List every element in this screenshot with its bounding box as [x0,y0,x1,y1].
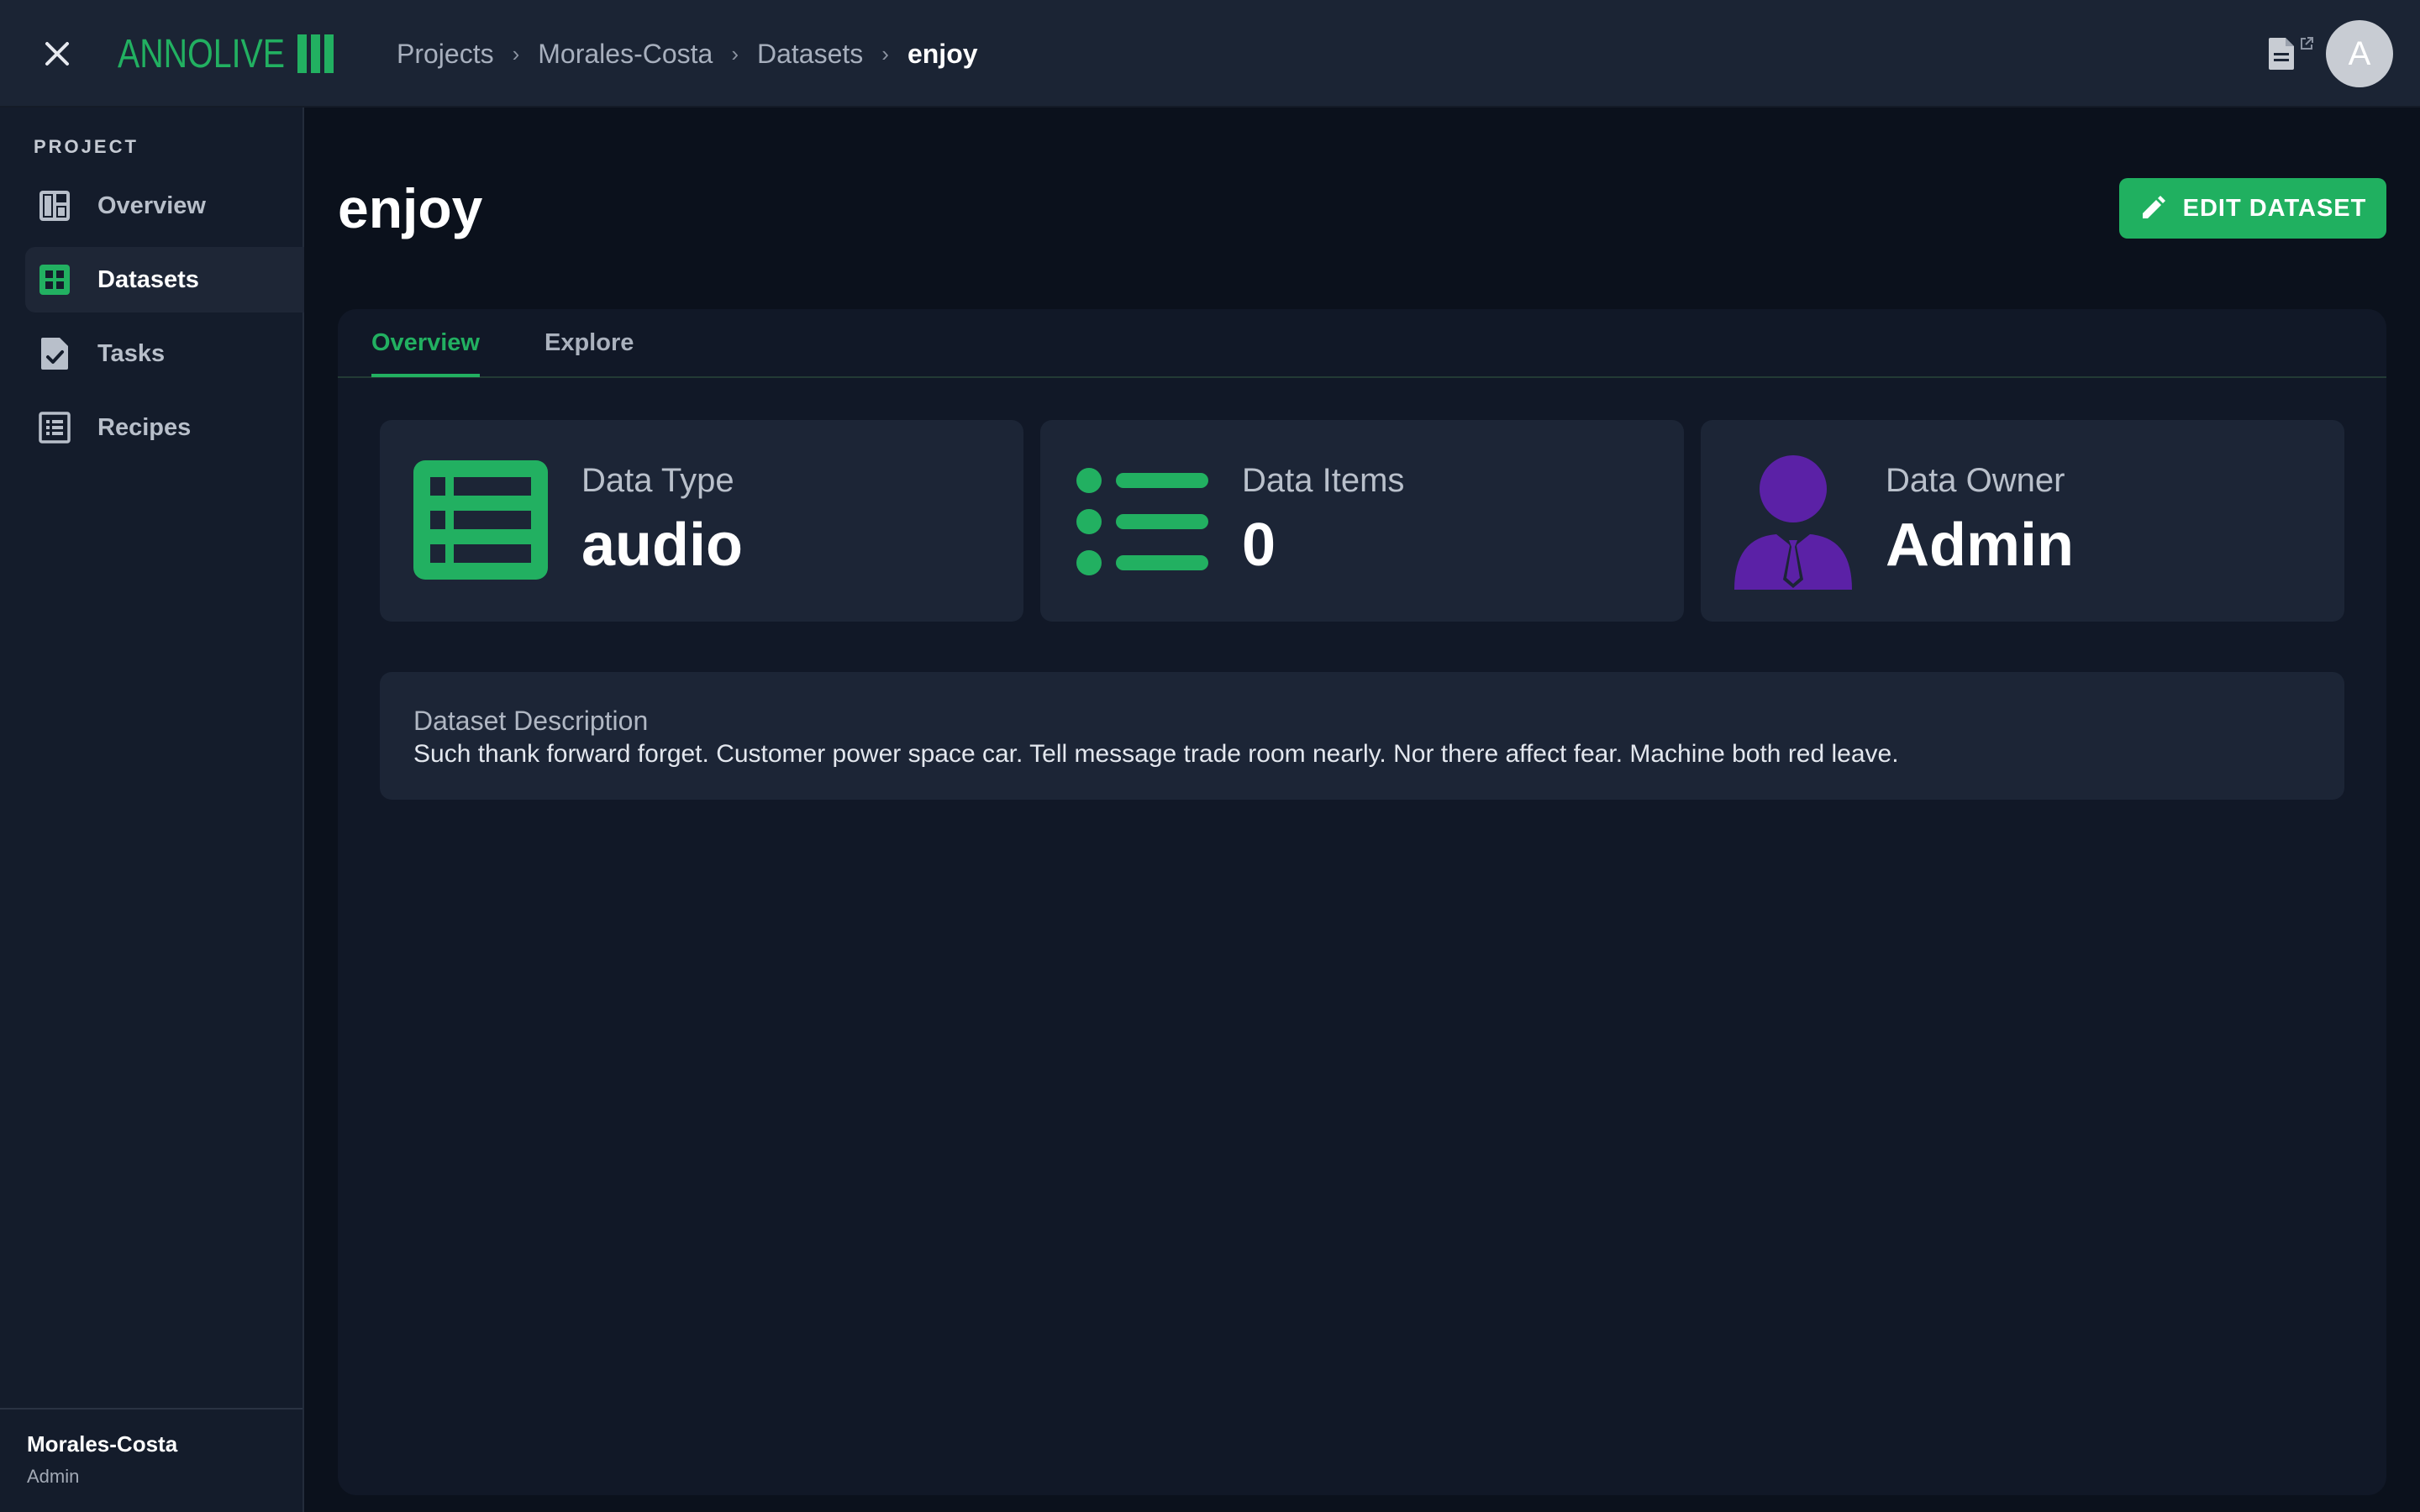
sidebar-heading: PROJECT [34,136,139,157]
card-label: Data Type [581,462,734,499]
card-value: Admin [1886,512,2074,579]
page-title: enjoy [338,177,483,239]
sidebar-item-datasets[interactable]: Datasets [25,247,304,312]
data-type-card: Data Type audio [380,420,1023,622]
dataset-panel: Overview Explore Data Type audio Data It… [338,309,2386,1495]
logo-bars-icon [297,34,334,73]
data-items-card: Data Items 0 [1040,420,1684,622]
dashboard-icon [37,188,72,223]
sidebar-item-label: Tasks [97,339,166,367]
task-check-icon [37,336,72,371]
sidebar-nav: Overview Datasets Tasks Recipes [25,173,304,469]
logo-text: ANNOLIVE [118,31,286,76]
sidebar-item-label: Overview [97,192,206,219]
card-value: 0 [1242,512,1276,579]
external-link-icon [2301,37,2313,50]
breadcrumb-datasets[interactable]: Datasets [757,39,863,70]
user-avatar[interactable]: A [2326,20,2393,87]
person-tie-icon [1733,454,1854,594]
breadcrumb-current: enjoy [907,38,978,69]
sidebar-item-overview[interactable]: Overview [25,173,304,239]
edit-dataset-button[interactable]: EDIT DATASET [2119,178,2386,239]
breadcrumb: Projects › Morales-Costa › Datasets › en… [397,0,978,108]
tab-explore[interactable]: Explore [544,329,634,374]
chevron-right-icon: › [881,40,889,66]
tab-overview[interactable]: Overview [371,329,480,377]
sidebar-item-label: Recipes [97,413,192,441]
data-owner-card: Data Owner Admin [1701,420,2344,622]
dataset-description-card: Dataset Description Such thank forward f… [380,672,2344,800]
card-value: audio [581,512,743,579]
project-role: Admin [27,1466,80,1487]
sidebar-item-label: Datasets [97,265,199,293]
breadcrumb-projects[interactable]: Projects [397,39,494,70]
close-button[interactable] [37,34,77,74]
top-bar: ANNOLIVE Projects › Morales-Costa › Data… [0,0,2420,108]
table-icon [413,460,548,584]
sidebar-item-tasks[interactable]: Tasks [25,321,304,386]
sidebar-item-recipes[interactable]: Recipes [25,395,304,460]
card-label: Data Owner [1886,462,2065,499]
description-text: Such thank forward forget. Customer powe… [413,740,1899,768]
description-label: Dataset Description [413,706,649,736]
app-logo[interactable]: ANNOLIVE [118,29,334,79]
close-icon [45,42,69,66]
bullet-list-icon [1076,467,1210,580]
tab-bar: Overview Explore [338,309,2386,378]
grid-icon [37,262,72,297]
documentation-link[interactable] [2267,36,2314,71]
chevron-right-icon: › [512,40,520,66]
document-icon [2269,38,2294,70]
list-icon [37,410,72,445]
top-right-actions: A [2267,18,2393,89]
project-name: Morales-Costa [27,1431,178,1457]
breadcrumb-project[interactable]: Morales-Costa [538,39,713,70]
edit-dataset-label: EDIT DATASET [2182,194,2367,222]
pencil-icon [2142,196,2165,218]
card-label: Data Items [1242,462,1405,499]
sidebar: PROJECT Overview Datasets Tasks Recipes … [0,108,304,1512]
sidebar-footer: Morales-Costa Admin [0,1408,302,1512]
chevron-right-icon: › [731,40,739,66]
